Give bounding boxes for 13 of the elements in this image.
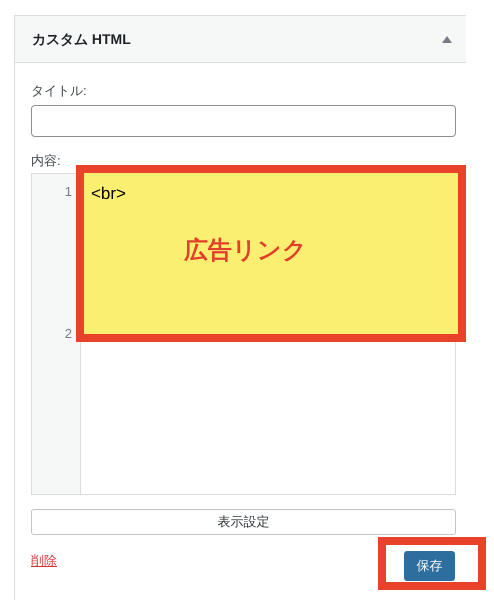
title-input-field[interactable] — [31, 104, 456, 136]
widget-header[interactable]: カスタム HTML — [15, 16, 466, 63]
content-label: 内容: — [31, 152, 62, 170]
collapse-triangle-icon[interactable] — [442, 36, 452, 42]
title-label: タイトル: — [31, 82, 88, 100]
widget-title: カスタム HTML — [32, 30, 131, 48]
line-number: 2 — [64, 325, 72, 343]
line-number: 1 — [64, 183, 72, 201]
delete-link[interactable]: 削除 — [31, 551, 57, 570]
save-button[interactable]: 保存 — [404, 551, 455, 581]
callout-text: 広告リンク — [184, 236, 307, 266]
code-text: <br> — [91, 183, 126, 205]
visibility-settings-button[interactable]: 表示設定 — [31, 509, 456, 535]
